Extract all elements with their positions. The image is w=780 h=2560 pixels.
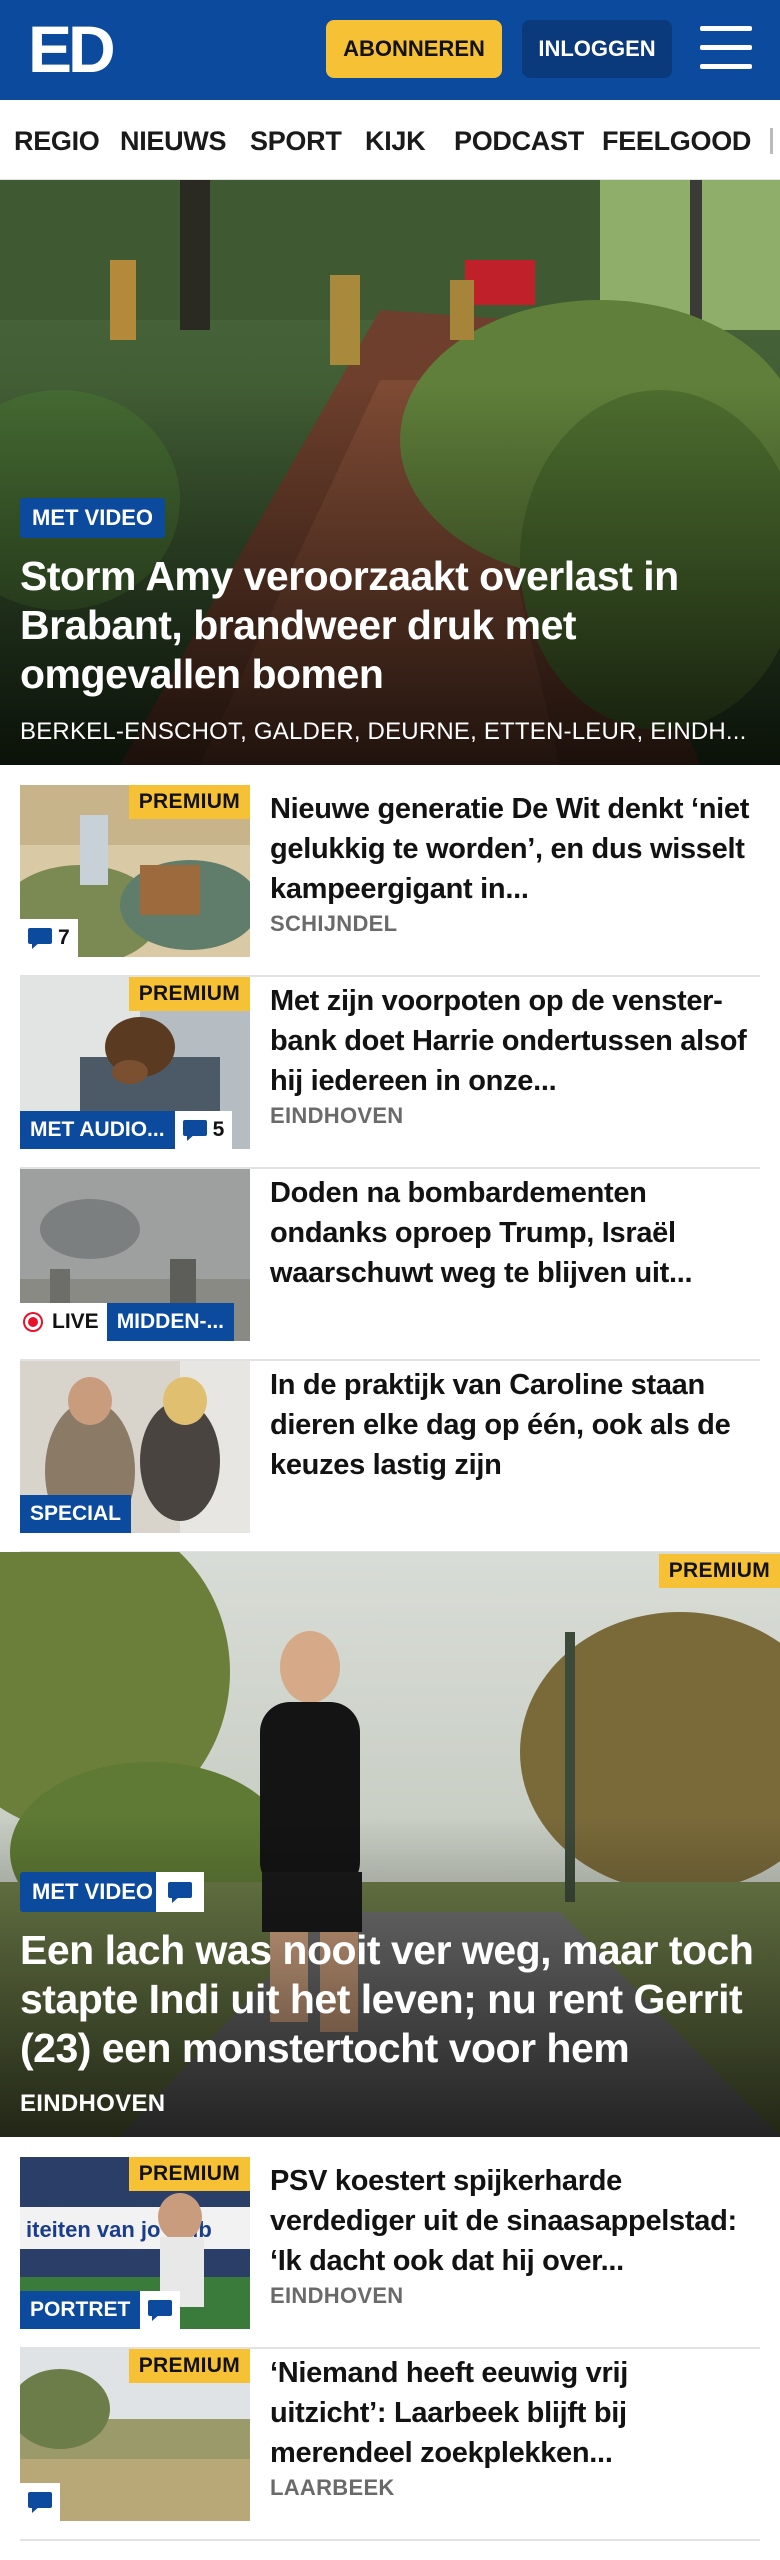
video-badge: MET VIDEO: [20, 498, 166, 538]
article-location: SCHIJNDEL: [270, 911, 398, 936]
article-thumbnail: PREMIUM MET AUDIO... 5: [20, 977, 250, 1149]
login-button[interactable]: INLOGGEN: [522, 20, 672, 78]
nav-item-kijk[interactable]: KIJK: [365, 100, 426, 179]
topic-badge: MIDDEN-...: [106, 1303, 235, 1341]
logo-text: ED: [28, 12, 116, 86]
article-thumbnail: PREMIUM: [20, 2349, 250, 2521]
article-location: LAARBEEK: [270, 2475, 395, 2500]
premium-badge: PREMIUM: [128, 2157, 250, 2191]
logo[interactable]: ED: [28, 12, 116, 86]
premium-badge: PREMIUM: [128, 2349, 250, 2383]
special-badge: SPECIAL: [20, 1495, 132, 1533]
hero-headline[interactable]: Storm Amy veroorzaakt overlast in Braban…: [20, 552, 760, 699]
article-headline[interactable]: Nieuwe generatie De Wit denkt ‘niet gelu…: [270, 789, 750, 909]
comment-icon: [28, 2492, 52, 2513]
portrait-badge: PORTRET: [20, 2291, 141, 2329]
article-thumbnail: iteiten van jo club PREMIUM PORTRET: [20, 2157, 250, 2329]
hamburger-menu-icon[interactable]: [700, 26, 752, 70]
feature-location: EINDHOVEN: [20, 2090, 166, 2117]
article-thumbnail: LIVE MIDDEN-...: [20, 1169, 250, 1341]
live-indicator: LIVE: [20, 1303, 107, 1341]
article-card[interactable]: PREMIUM 7 Nieuwe generatie De Wit denkt …: [20, 785, 760, 977]
thumb-meta: MET AUDIO... 5: [20, 1111, 233, 1149]
nav-item-nieuws[interactable]: NIEUWS: [120, 100, 227, 179]
article-card[interactable]: LIVE MIDDEN-... Doden na bombardementen …: [20, 1169, 760, 1361]
article-card[interactable]: iteiten van jo club PREMIUM PORTRET PSV …: [20, 2157, 760, 2349]
hero-locations: BERKEL-ENSCHOT, GALDER, DEURNE, ETTEN-LE…: [20, 718, 747, 745]
hero-article[interactable]: MET VIDEO Storm Amy veroorzaakt overlast…: [0, 180, 780, 765]
feature-article[interactable]: PREMIUM MET VIDEO Een lach was nooit ver…: [0, 1552, 780, 2137]
thumb-meta: 7: [20, 919, 78, 957]
article-headline[interactable]: Doden na bombardementen ondanks oproep T…: [270, 1173, 750, 1293]
article-card[interactable]: SPECIAL In de praktijk van Caroline staa…: [20, 1361, 760, 1553]
article-location: EINDHOVEN: [270, 2283, 404, 2308]
top-bar: ED ABONNEREN INLOGGEN: [0, 0, 780, 100]
article-headline[interactable]: In de praktijk van Caroline staan dieren…: [270, 1365, 750, 1485]
comment-button[interactable]: [20, 2483, 60, 2521]
live-dot-icon: [28, 1317, 38, 1327]
comment-count[interactable]: 5: [174, 1111, 233, 1149]
nav-item-feelgood[interactable]: FEELGOOD: [602, 100, 751, 179]
comment-button[interactable]: [140, 2291, 181, 2329]
comment-button[interactable]: [156, 1872, 204, 1912]
article-headline[interactable]: PSV koestert spijkerharde verdediger uit…: [270, 2161, 750, 2281]
premium-badge: PREMIUM: [658, 1554, 780, 1588]
premium-badge: PREMIUM: [128, 785, 250, 819]
comment-count-value: 5: [212, 1118, 225, 1141]
nav-overflow-marker: [770, 128, 773, 154]
subscribe-button[interactable]: ABONNEREN: [326, 20, 502, 78]
comment-icon: [168, 1882, 192, 1903]
thumb-meta: LIVE MIDDEN-...: [20, 1303, 235, 1341]
nav-item-podcast[interactable]: PODCAST: [454, 100, 584, 179]
nav-item-sport[interactable]: SPORT: [250, 100, 342, 179]
nav-item-regio[interactable]: REGIO: [14, 100, 100, 179]
article-headline[interactable]: Met zijn voorpoten op de venster­bank do…: [270, 981, 750, 1101]
thumb-meta: SPECIAL: [20, 1495, 132, 1533]
thumb-meta: PORTRET: [20, 2291, 181, 2329]
article-card[interactable]: PREMIUM MET AUDIO... 5 Met zijn voorpote…: [20, 977, 760, 1169]
thumb-meta: [20, 2483, 60, 2521]
article-location: EINDHOVEN: [270, 1103, 404, 1128]
video-badge: MET VIDEO: [20, 1872, 166, 1912]
live-label: LIVE: [52, 1310, 99, 1333]
section-nav: REGIO NIEUWS SPORT KIJK PODCAST FEELGOOD: [0, 100, 780, 180]
feature-headline[interactable]: Een lach was nooit ver weg, maar toch st…: [20, 1926, 770, 2073]
comment-icon: [28, 928, 52, 949]
premium-badge: PREMIUM: [128, 977, 250, 1011]
audio-badge: MET AUDIO...: [20, 1111, 175, 1149]
comment-icon: [148, 2300, 173, 2321]
comment-icon: [182, 1120, 207, 1141]
article-headline[interactable]: ‘Niemand heeft eeuwig vrij uitzicht’: La…: [270, 2353, 750, 2473]
article-card[interactable]: PREMIUM ‘Niemand heeft eeuwig vrij uitzi…: [20, 2349, 760, 2541]
article-thumbnail: PREMIUM 7: [20, 785, 250, 957]
article-thumbnail: SPECIAL: [20, 1361, 250, 1533]
comment-count[interactable]: 7: [20, 919, 78, 957]
comment-count-value: 7: [58, 926, 70, 949]
